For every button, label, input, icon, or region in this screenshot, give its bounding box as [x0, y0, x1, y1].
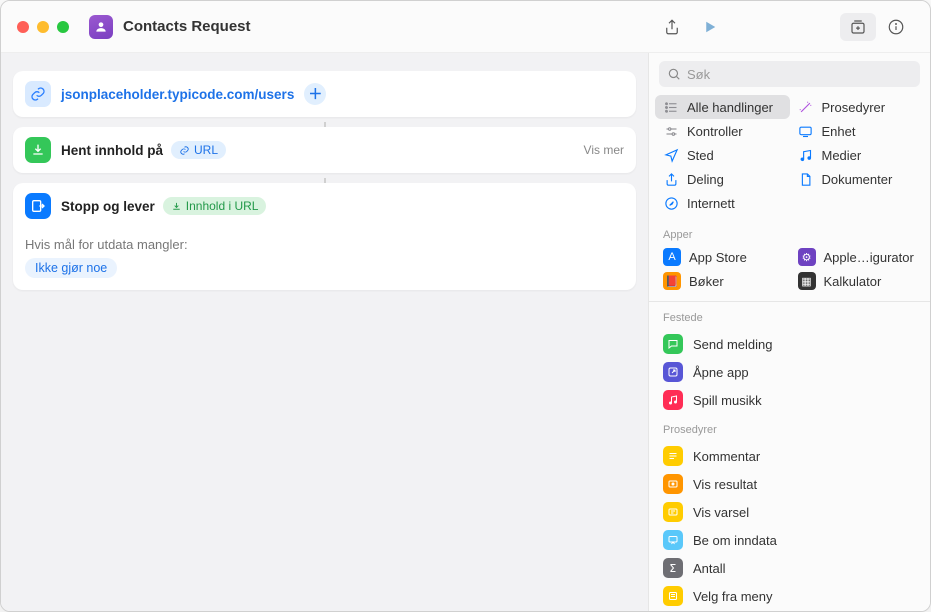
category-kontroller[interactable]: Kontroller [655, 119, 790, 143]
category-alle-handlinger[interactable]: Alle handlinger [655, 95, 790, 119]
pinned-section-header: Festede [649, 304, 930, 328]
category-internett[interactable]: Internett [655, 191, 790, 215]
category-prosedyrer[interactable]: Prosedyrer [790, 95, 925, 119]
content-token[interactable]: Innhold i URL [163, 197, 267, 215]
sigma-icon [663, 558, 683, 578]
music-icon [798, 147, 814, 163]
action-velg-fra-meny[interactable]: Velg fra meny [655, 582, 924, 610]
category-medier[interactable]: Medier [790, 143, 925, 167]
stop-output-title: Stopp og lever [61, 199, 155, 214]
message-icon [663, 334, 683, 354]
play-icon [701, 18, 719, 36]
titlebar: Contacts Request [1, 1, 930, 53]
show-more-button[interactable]: Vis mer [584, 143, 624, 157]
url-token[interactable]: URL [171, 141, 226, 159]
procedures-list: KommentarVis resultatVis varselBe om inn… [649, 440, 930, 611]
library-button[interactable] [840, 13, 876, 41]
app-icon: A [663, 248, 681, 266]
result-icon [663, 474, 683, 494]
app-icon: ▦ [798, 272, 816, 290]
list-icon [663, 99, 679, 115]
close-window-button[interactable] [17, 21, 29, 33]
get-contents-title: Hent innhold på [61, 143, 163, 158]
window-title: Contacts Request [123, 18, 251, 35]
action-vis-varsel[interactable]: Vis varsel [655, 498, 924, 526]
menu-icon [663, 586, 683, 606]
link-small-icon [179, 145, 190, 156]
openapp-icon [663, 362, 683, 382]
safari-icon [663, 195, 679, 211]
run-button[interactable] [692, 13, 728, 41]
category-sted[interactable]: Sted [655, 143, 790, 167]
traffic-lights [17, 21, 69, 33]
category-deling[interactable]: Deling [655, 167, 790, 191]
stop-output-action-card[interactable]: Stopp og lever Innhold i URL Hvis mål fo… [13, 183, 636, 290]
app-b-ker[interactable]: 📕Bøker [655, 269, 790, 293]
location-icon [663, 147, 679, 163]
app-kalkulator[interactable]: ▦Kalkulator [790, 269, 925, 293]
comment-icon [663, 446, 683, 466]
sliders-icon [663, 123, 679, 139]
search-input[interactable] [659, 61, 920, 87]
url-action-card[interactable]: jsonplaceholder.typicode.com/users ＋ [13, 71, 636, 117]
download-small-icon [171, 201, 182, 212]
app-icon: ⚙ [798, 248, 816, 266]
category-grid: Alle handlingerProsedyrerKontrollerEnhet… [649, 95, 930, 221]
action-kommentar[interactable]: Kommentar [655, 442, 924, 470]
procedures-section-header: Prosedyrer [649, 416, 930, 440]
shortcut-app-icon [89, 15, 113, 39]
do-nothing-option[interactable]: Ikke gjør noe [25, 258, 117, 278]
get-contents-action-card[interactable]: Hent innhold på URL Vis mer [13, 127, 636, 173]
app-window: Contacts Request j [0, 0, 931, 612]
apps-grid: AApp Store⚙Apple…igurator📕Bøker▦Kalkulat… [649, 245, 930, 299]
link-icon [25, 81, 51, 107]
action-be-om-inndata[interactable]: Be om inndata [655, 526, 924, 554]
exit-icon [25, 193, 51, 219]
minimize-window-button[interactable] [37, 21, 49, 33]
divider [649, 301, 930, 302]
category-dokumenter[interactable]: Dokumenter [790, 167, 925, 191]
actions-sidebar: Alle handlingerProsedyrerKontrollerEnhet… [648, 53, 930, 611]
wand-icon [798, 99, 814, 115]
share-button[interactable] [654, 13, 690, 41]
url-value[interactable]: jsonplaceholder.typicode.com/users [61, 87, 294, 102]
action-spill-musikk[interactable]: Spill musikk [655, 386, 924, 414]
action-vis-resultat[interactable]: Vis resultat [655, 470, 924, 498]
apps-section-header: Apper [649, 221, 930, 245]
action-antall[interactable]: Antall [655, 554, 924, 582]
document-icon [798, 171, 814, 187]
input-icon [663, 530, 683, 550]
info-button[interactable] [878, 13, 914, 41]
alert-icon [663, 502, 683, 522]
missing-output-label: Hvis mål for utdata mangler: [25, 237, 624, 252]
pinned-list: Send meldingÅpne appSpill musikk [649, 328, 930, 416]
action-send-melding[interactable]: Send melding [655, 330, 924, 358]
app-icon: 📕 [663, 272, 681, 290]
share-icon [663, 18, 681, 36]
device-icon [798, 123, 814, 139]
add-url-button[interactable]: ＋ [304, 83, 326, 105]
info-icon [887, 18, 905, 36]
window-body: jsonplaceholder.typicode.com/users ＋ Hen… [1, 53, 930, 611]
fullscreen-window-button[interactable] [57, 21, 69, 33]
share-icon [663, 171, 679, 187]
library-icon [849, 18, 867, 36]
app-app-store[interactable]: AApp Store [655, 245, 790, 269]
action-åpne-app[interactable]: Åpne app [655, 358, 924, 386]
download-icon [25, 137, 51, 163]
category-enhet[interactable]: Enhet [790, 119, 925, 143]
music-icon [663, 390, 683, 410]
app-apple-igurator[interactable]: ⚙Apple…igurator [790, 245, 925, 269]
workflow-editor[interactable]: jsonplaceholder.typicode.com/users ＋ Hen… [1, 53, 648, 611]
